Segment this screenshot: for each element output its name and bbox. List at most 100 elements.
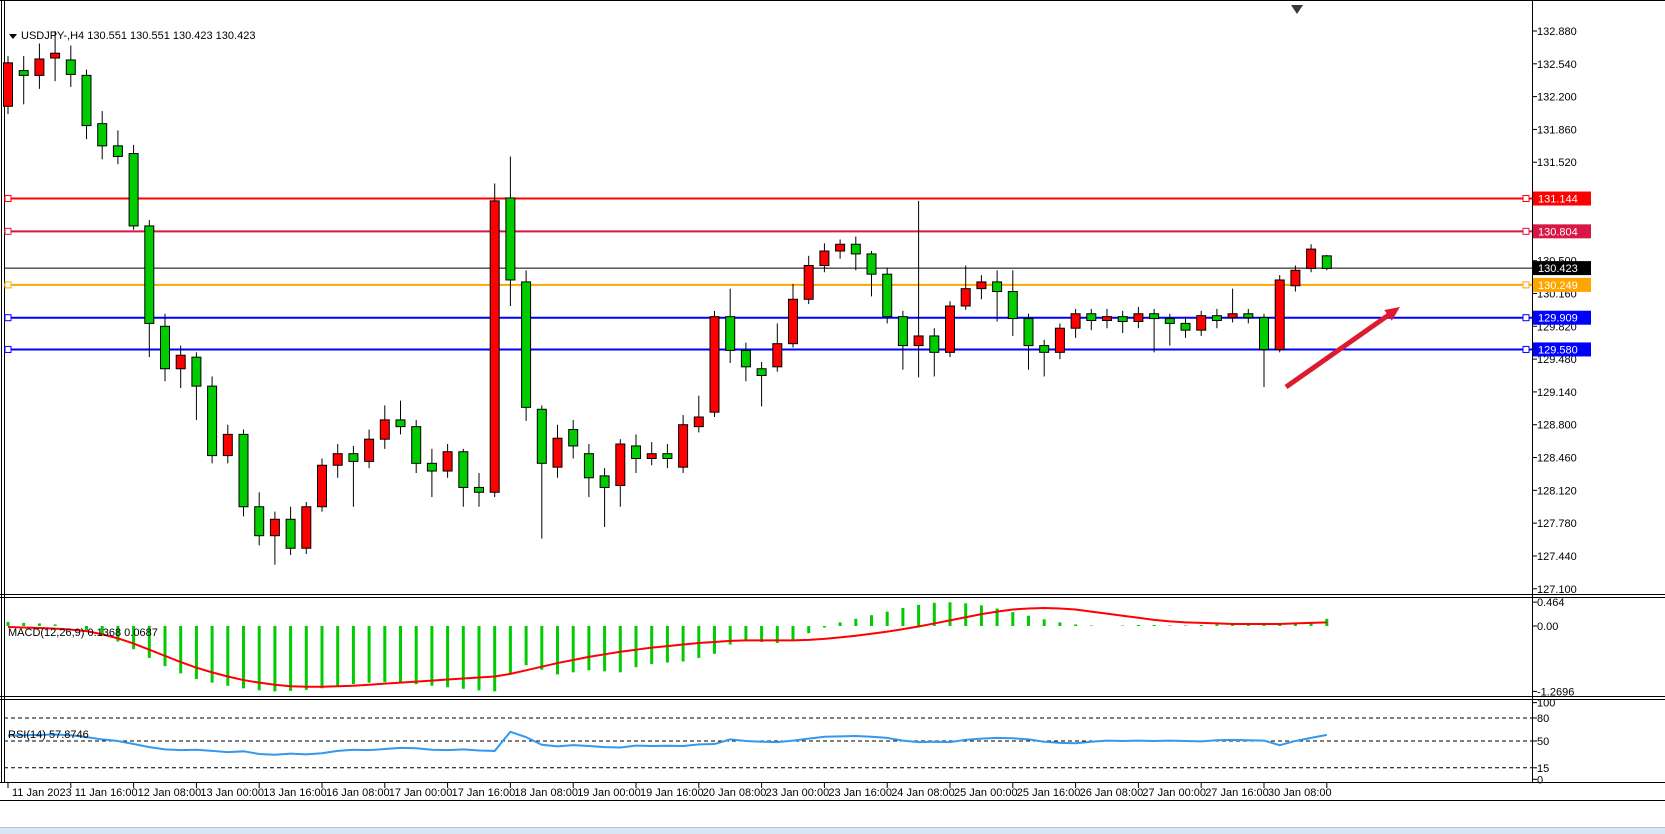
candle xyxy=(1228,314,1237,318)
candle xyxy=(380,420,389,439)
svg-text:27 Jan 16:00: 27 Jan 16:00 xyxy=(1205,787,1269,799)
candle xyxy=(427,463,436,471)
candle xyxy=(836,244,845,251)
svg-text:131.520: 131.520 xyxy=(1537,157,1577,169)
line-handle[interactable] xyxy=(1523,346,1529,352)
svg-text:0: 0 xyxy=(1537,774,1543,786)
candle xyxy=(898,317,907,346)
candle xyxy=(867,254,876,274)
svg-text:19 Jan 16:00: 19 Jan 16:00 xyxy=(640,787,704,799)
svg-text:129.580: 129.580 xyxy=(1538,344,1578,356)
candle xyxy=(192,357,201,386)
svg-text:19 Jan 00:00: 19 Jan 00:00 xyxy=(577,787,641,799)
candle xyxy=(475,487,484,492)
candle xyxy=(412,427,421,464)
svg-text:127.100: 127.100 xyxy=(1537,584,1577,596)
svg-text:25 Jan 00:00: 25 Jan 00:00 xyxy=(954,787,1018,799)
candle xyxy=(741,350,750,366)
candle xyxy=(977,282,986,289)
candle xyxy=(1322,256,1331,269)
candle xyxy=(349,454,358,462)
candle xyxy=(804,265,813,299)
candle xyxy=(632,446,641,459)
candle xyxy=(506,198,515,280)
candle xyxy=(851,244,860,254)
svg-text:127.440: 127.440 xyxy=(1537,551,1577,563)
svg-text:13 Jan 00:00: 13 Jan 00:00 xyxy=(200,787,264,799)
svg-text:130.249: 130.249 xyxy=(1538,280,1578,292)
candle xyxy=(1040,346,1049,353)
line-handle[interactable] xyxy=(1523,315,1529,321)
svg-text:-1.2696: -1.2696 xyxy=(1537,686,1574,698)
svg-text:16 Jan 08:00: 16 Jan 08:00 xyxy=(326,787,390,799)
svg-text:129.909: 129.909 xyxy=(1538,313,1578,325)
candle xyxy=(757,369,766,376)
candle xyxy=(600,476,609,488)
candle xyxy=(51,53,60,58)
svg-text:17 Jan 00:00: 17 Jan 00:00 xyxy=(389,787,453,799)
svg-text:15: 15 xyxy=(1537,763,1549,775)
svg-text:129.140: 129.140 xyxy=(1537,387,1577,399)
svg-text:127.780: 127.780 xyxy=(1537,518,1577,530)
svg-text:80: 80 xyxy=(1537,713,1549,725)
chart-title: USDJPY-,H4 130.551 130.551 130.423 130.4… xyxy=(9,30,255,42)
candle xyxy=(239,434,248,506)
line-handle[interactable] xyxy=(5,282,11,288)
candle xyxy=(1103,317,1112,321)
svg-text:20 Jan 08:00: 20 Jan 08:00 xyxy=(703,787,767,799)
candle xyxy=(113,146,122,157)
svg-text:130.804: 130.804 xyxy=(1538,226,1578,238)
candle xyxy=(883,274,892,316)
svg-text:128.800: 128.800 xyxy=(1537,420,1577,432)
line-handle[interactable] xyxy=(1523,228,1529,234)
candle xyxy=(663,454,672,459)
candle xyxy=(176,355,185,369)
rsi-indicator-label: RSI(14) 57.8746 xyxy=(8,729,89,741)
macd-indicator-label: MACD(12,26,9) 0.1368 0.0687 xyxy=(8,627,158,639)
svg-text:131.860: 131.860 xyxy=(1537,124,1577,136)
line-handle[interactable] xyxy=(1523,196,1529,202)
candle xyxy=(694,417,703,427)
collapse-triangle-icon[interactable] xyxy=(9,34,17,39)
candle xyxy=(145,226,154,323)
svg-text:132.880: 132.880 xyxy=(1537,26,1577,38)
candle xyxy=(930,336,939,352)
svg-text:128.120: 128.120 xyxy=(1537,485,1577,497)
candle xyxy=(129,154,138,226)
svg-text:100: 100 xyxy=(1537,698,1555,710)
candle xyxy=(679,425,688,467)
candle xyxy=(1150,314,1159,319)
line-handle[interactable] xyxy=(5,228,11,234)
svg-text:130.423: 130.423 xyxy=(1538,263,1578,275)
candle xyxy=(1275,280,1284,349)
candle xyxy=(98,124,107,146)
candle xyxy=(553,438,562,467)
svg-text:17 Jan 16:00: 17 Jan 16:00 xyxy=(452,787,516,799)
candle xyxy=(1181,323,1190,330)
bottom-scrollbar[interactable] xyxy=(0,827,1665,834)
line-handle[interactable] xyxy=(5,196,11,202)
line-handle[interactable] xyxy=(1523,282,1529,288)
candle xyxy=(459,452,468,488)
candle xyxy=(773,344,782,367)
candle xyxy=(584,454,593,478)
svg-text:12 Jan 08:00: 12 Jan 08:00 xyxy=(138,787,202,799)
candle xyxy=(365,439,374,461)
candle xyxy=(1212,316,1221,321)
candle xyxy=(789,299,798,343)
candle xyxy=(66,60,75,74)
candle xyxy=(161,326,170,368)
line-handle[interactable] xyxy=(5,346,11,352)
svg-text:25 Jan 16:00: 25 Jan 16:00 xyxy=(1017,787,1081,799)
candle xyxy=(1008,292,1017,319)
line-handle[interactable] xyxy=(5,315,11,321)
candle xyxy=(914,336,923,346)
candle xyxy=(616,444,625,485)
candle xyxy=(1244,314,1253,318)
svg-text:50: 50 xyxy=(1537,736,1549,748)
candle xyxy=(318,465,327,506)
svg-text:131.144: 131.144 xyxy=(1538,194,1578,206)
candle xyxy=(1087,314,1096,321)
chart-canvas[interactable]: 132.880132.540132.200131.860131.520130.5… xyxy=(0,0,1665,809)
svg-text:23 Jan 00:00: 23 Jan 00:00 xyxy=(766,787,830,799)
